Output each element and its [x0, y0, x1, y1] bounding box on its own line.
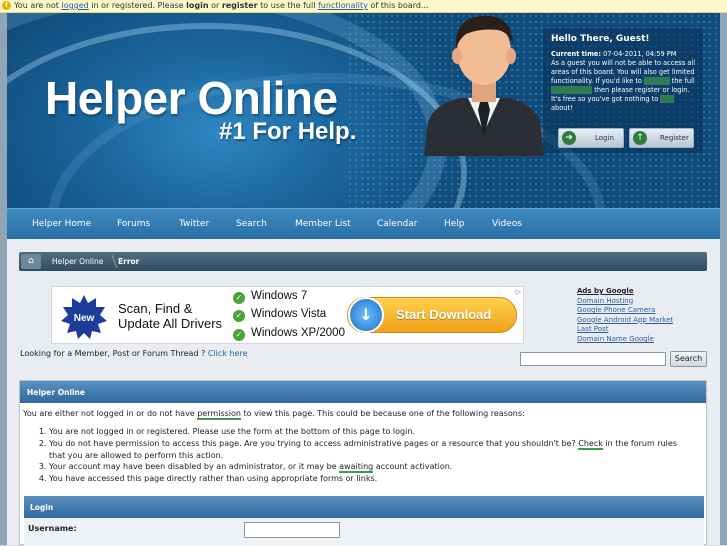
username-field[interactable]	[244, 522, 340, 538]
notice-text-3: or	[208, 1, 222, 10]
google-ad-link[interactable]: Google Android App Market	[577, 316, 673, 326]
ad-banner[interactable]: New Scan, Find & Update All Drivers ✓ Win…	[51, 286, 524, 344]
ad-headline-line2: Update All Drivers	[118, 316, 223, 331]
breadcrumb: ⌂ Helper Online Error	[19, 252, 707, 271]
check-link[interactable]: Check	[578, 438, 603, 450]
warning-icon: !	[2, 1, 11, 10]
current-time-value: 07-04-2011, 04:59 PM	[601, 50, 677, 58]
login-button-label: Login	[595, 134, 614, 142]
current-time: Current time: 07-04-2011, 04:59 PM	[551, 50, 697, 59]
ad-headline: Scan, Find & Update All Drivers	[118, 301, 222, 331]
left-gutter	[0, 13, 7, 545]
breadcrumb-current: Error	[118, 257, 140, 266]
ad-os-item: ✓ Windows Vista	[233, 308, 326, 322]
error-reasons-list: You are not logged in or registered. Ple…	[35, 426, 695, 485]
google-ad-link[interactable]: Google Phone Camera	[577, 306, 673, 316]
error-reason-text: account activation.	[373, 462, 453, 472]
right-gutter	[720, 13, 727, 545]
start-download-button[interactable]: ↓ Start Download	[347, 297, 517, 333]
notice-functionality-link[interactable]: functionality	[318, 1, 368, 10]
error-panel: Helper Online You are either not logged …	[19, 380, 707, 546]
notice-logged-link[interactable]: logged	[61, 1, 88, 10]
login-username-row: Username:	[24, 518, 704, 546]
main-navigation: Helper Home Forums Twitter Search Member…	[7, 208, 720, 239]
click-here-link[interactable]: Click here	[208, 349, 248, 358]
google-ads-links: Ads by Google Domain Hosting Google Phon…	[577, 287, 673, 345]
notice-text-1: You are not	[14, 1, 62, 10]
google-ad-link[interactable]: Last Post	[577, 325, 673, 335]
nav-member-list[interactable]: Member List	[295, 209, 351, 240]
ad-os-item: ✓ Windows 7	[233, 290, 307, 304]
ad-os-label: Windows 7	[251, 290, 308, 302]
site-tagline: #1 For Help.	[219, 118, 357, 145]
nav-search[interactable]: Search	[236, 209, 267, 240]
download-arrow-icon: ↓	[348, 297, 384, 333]
google-ad-link[interactable]: Domain Name Google	[577, 335, 673, 345]
guest-highlight-register[interactable]: register	[644, 77, 670, 85]
error-intro: You are either not logged in or do not h…	[23, 409, 525, 420]
error-reason: You are not logged in or registered. Ple…	[49, 426, 695, 438]
register-up-arrow-icon: ↑	[633, 131, 647, 145]
ads-by-google-header[interactable]: Ads by Google	[577, 287, 673, 297]
nav-twitter[interactable]: Twitter	[179, 209, 209, 240]
notice-text-4: to use the full	[257, 1, 318, 10]
login-button[interactable]: ➔ Login	[558, 128, 624, 148]
breadcrumb-forum-link[interactable]: Helper Online	[52, 252, 103, 271]
ad-os-item: ✓ Windows XP/2000	[233, 327, 345, 341]
notice-register-link[interactable]: register	[222, 1, 258, 10]
notice-text-2: in or registered. Please	[88, 1, 187, 10]
notice-login-link[interactable]: login	[186, 1, 208, 10]
nav-calendar[interactable]: Calendar	[377, 209, 417, 240]
guest-description: As a guest you will not be able to acces…	[551, 59, 697, 113]
guest-notice-bar: ! You are not logged in or registered. P…	[0, 0, 727, 13]
nav-helper-home[interactable]: Helper Home	[32, 209, 91, 240]
check-icon: ✓	[233, 310, 245, 322]
nav-help[interactable]: Help	[444, 209, 465, 240]
login-arrow-icon: ➔	[562, 131, 576, 145]
guest-desc-4: about!	[551, 104, 573, 112]
home-icon[interactable]: ⌂	[21, 254, 41, 269]
error-panel-title: Helper Online	[20, 381, 706, 403]
google-ad-link[interactable]: Domain Hosting	[577, 297, 673, 307]
search-input[interactable]	[520, 352, 666, 366]
ad-os-label: Windows XP/2000	[251, 327, 345, 339]
ad-os-label: Windows Vista	[251, 308, 327, 320]
new-badge-icon: New	[61, 295, 107, 339]
register-button[interactable]: ↑ Register	[629, 128, 694, 148]
register-button-label: Register	[660, 134, 689, 142]
login-form-title: Login	[24, 496, 704, 518]
guest-desc-2: the full	[669, 77, 695, 85]
error-reason: You have accessed this page directly rat…	[49, 473, 695, 485]
error-intro-text-2: to view this page. This could be because…	[240, 409, 525, 418]
site-logo[interactable]: Helper Online	[45, 71, 338, 125]
error-reason: Your account may have been disabled by a…	[49, 461, 695, 474]
nav-videos[interactable]: Videos	[492, 209, 522, 240]
error-reason-text: You do not have permission to access thi…	[49, 438, 579, 448]
guest-highlight-lose[interactable]: lose	[660, 95, 674, 103]
error-reason-text: Your account may have been disabled by a…	[49, 462, 340, 472]
member-lookup-text: Looking for a Member, Post or Forum Thre…	[20, 349, 208, 358]
ad-headline-line1: Scan, Find &	[118, 301, 193, 316]
member-lookup: Looking for a Member, Post or Forum Thre…	[20, 349, 248, 358]
nav-forums[interactable]: Forums	[117, 209, 150, 240]
breadcrumb-separator	[104, 255, 118, 268]
guest-avatar-icon	[424, 15, 544, 156]
search-button[interactable]: Search	[670, 351, 707, 367]
ad-choices-icon[interactable]: ▷	[516, 288, 521, 296]
error-reason: You do not have permission to access thi…	[49, 438, 695, 462]
new-badge-label: New	[74, 313, 95, 324]
check-icon: ✓	[233, 292, 245, 304]
guest-highlight-functionality[interactable]: functionality	[551, 86, 593, 94]
username-label: Username:	[28, 524, 77, 533]
awaiting-link[interactable]: awaiting	[339, 462, 374, 474]
error-intro-text-1: You are either not logged in or do not h…	[23, 409, 198, 418]
current-time-label: Current time:	[551, 50, 602, 58]
guest-greeting: Hello There, Guest!	[551, 34, 650, 44]
check-icon: ✓	[233, 329, 245, 341]
start-download-label: Start Download	[396, 307, 492, 322]
permission-link[interactable]: permission	[197, 409, 241, 420]
